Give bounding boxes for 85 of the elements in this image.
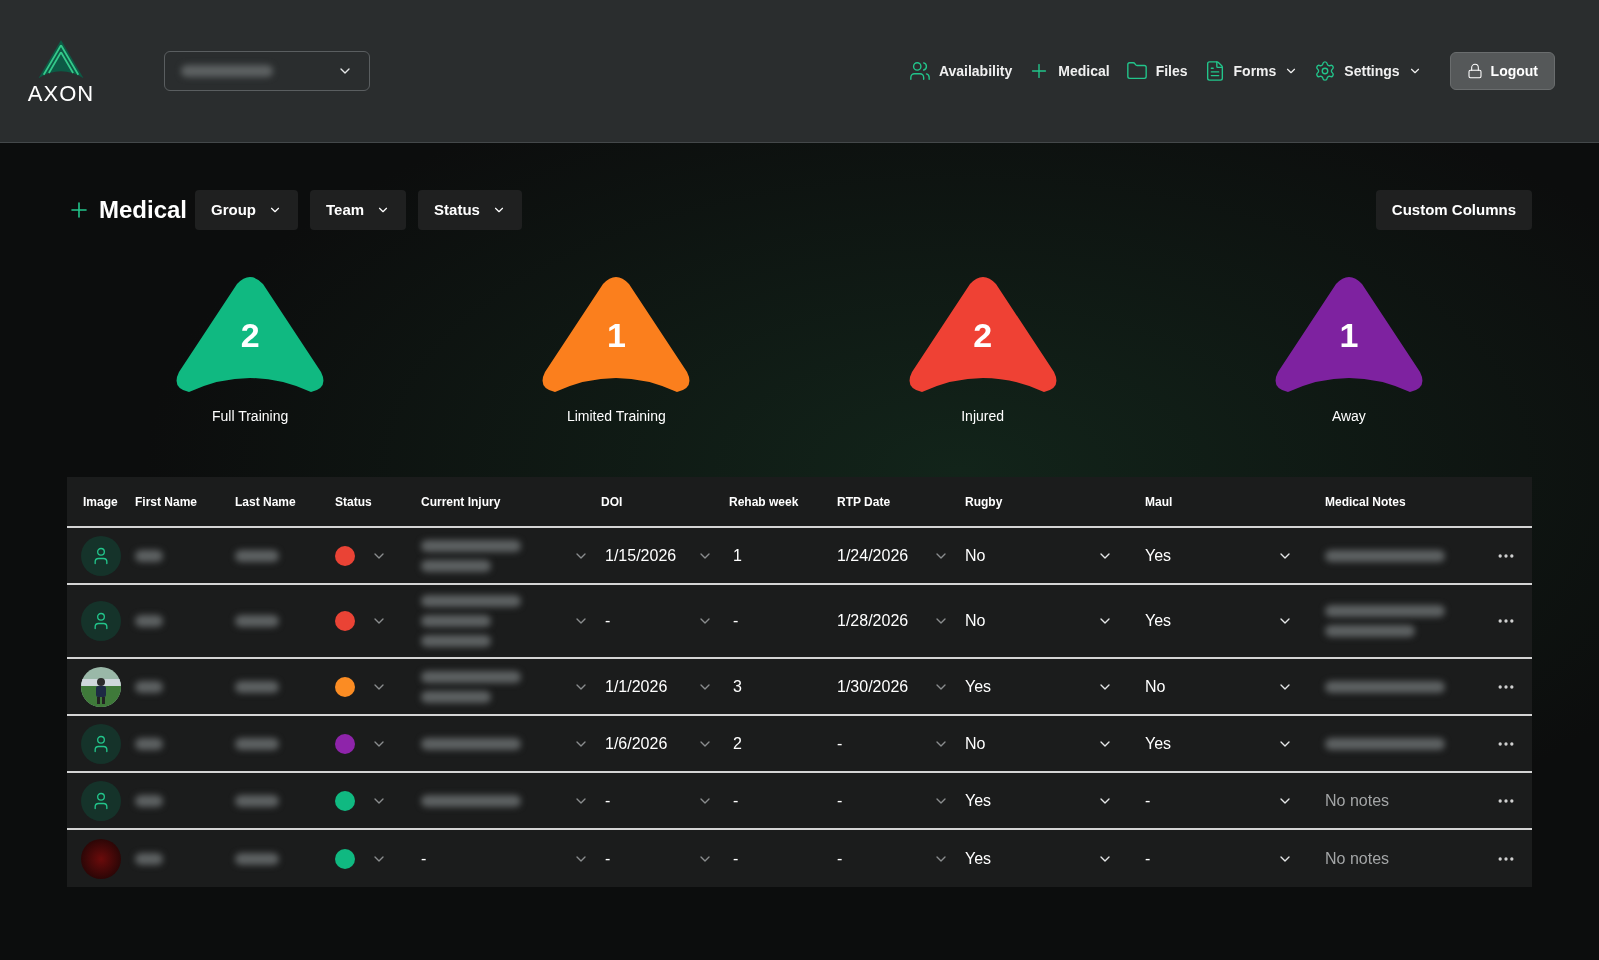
nav-link[interactable]: Medical: [1028, 60, 1110, 82]
column-header: DOI: [601, 493, 624, 511]
rehab-week-value: -: [733, 791, 739, 809]
avatar: [81, 838, 121, 879]
maul-value: -: [1145, 790, 1151, 811]
column-header: RTP Date: [837, 493, 892, 511]
doi-value: 1/1/2026: [605, 676, 668, 697]
filter-dropdown[interactable]: Status: [418, 190, 522, 230]
rugby-value: Yes: [965, 790, 992, 811]
column-header: Last Name: [235, 493, 297, 511]
column-header: Status: [335, 493, 373, 511]
maul-value: Yes: [1145, 611, 1172, 631]
column-header: Rehab week: [729, 493, 800, 511]
status-label: Injured: [961, 407, 1005, 426]
status-label: Away: [1331, 407, 1366, 426]
status-label: Full Training: [212, 407, 289, 426]
rugby-value: No: [965, 733, 986, 754]
nav-link[interactable]: Forms: [1203, 60, 1299, 82]
maul-value: Yes: [1145, 733, 1172, 754]
blurred-text: [421, 615, 491, 627]
column-header: Maul: [1145, 493, 1174, 511]
logout-button[interactable]: Logout: [1449, 52, 1555, 90]
rtp-date-value: 1/28/2026: [837, 611, 909, 631]
blurred-text: [235, 794, 279, 807]
blurred-text: [421, 559, 491, 572]
rehab-week-value: 3: [733, 677, 742, 695]
rehab-week-value: -: [733, 849, 739, 867]
folder-icon: [1125, 60, 1148, 82]
doi-value: -: [605, 611, 611, 631]
rehab-week-value: -: [733, 612, 739, 629]
lock-icon: [1466, 63, 1483, 79]
users-icon: [908, 60, 931, 82]
rtp-date-value: 1/24/2026: [837, 545, 909, 566]
status-count: 1: [605, 318, 627, 352]
column-header: Current Injury: [421, 493, 502, 511]
column-header: First Name: [135, 493, 199, 511]
rtp-date-value: 1/30/2026: [837, 676, 909, 697]
nav-link[interactable]: Availability: [908, 60, 1013, 82]
maul-value: Yes: [1145, 545, 1172, 566]
blurred-text: [235, 680, 279, 693]
maul-value: No: [1145, 676, 1166, 697]
column-header: Image: [82, 493, 119, 511]
filter-dropdown[interactable]: Team: [310, 190, 407, 230]
nav-link[interactable]: Settings: [1314, 60, 1422, 82]
blurred-text: [135, 794, 163, 807]
doi-value: 1/15/2026: [605, 545, 677, 566]
status-label: Limited Training: [566, 407, 666, 426]
blurred-text: [135, 549, 163, 562]
blurred-text: [235, 615, 279, 627]
status-count: 1: [1338, 318, 1360, 352]
blurred-text: [235, 737, 279, 750]
column-header: Rugby: [965, 493, 1004, 511]
maul-value: -: [1145, 848, 1151, 869]
doi-value: -: [605, 848, 611, 869]
blurred-text: [235, 852, 279, 865]
rtp-date-value: -: [837, 848, 843, 869]
filter-dropdown[interactable]: Group: [195, 190, 299, 230]
blurred-text: [235, 549, 279, 562]
nav-link[interactable]: Files: [1125, 60, 1188, 82]
blurred-text: [421, 690, 491, 703]
blurred-text: [135, 737, 163, 750]
rtp-date-value: -: [837, 733, 843, 754]
rehab-week-value: 2: [733, 734, 742, 752]
custom-columns-button[interactable]: Custom Columns: [1375, 190, 1532, 230]
rtp-date-value: -: [837, 790, 843, 811]
rugby-value: No: [965, 611, 986, 631]
rehab-week-value: 1: [733, 546, 742, 564]
status-count: 2: [972, 318, 994, 352]
logo-text: AXON: [27, 83, 95, 105]
page-title: Medical: [99, 195, 188, 225]
blurred-text: [135, 680, 163, 693]
notes-value: No notes: [1325, 848, 1390, 869]
status-count: 2: [239, 318, 261, 352]
settings-icon: [1314, 60, 1337, 82]
notes-value: No notes: [1325, 790, 1390, 811]
rugby-value: Yes: [965, 676, 992, 697]
blurred-text: [135, 852, 163, 865]
rugby-value: Yes: [965, 848, 992, 869]
doi-value: 1/6/2026: [605, 733, 668, 754]
doi-value: -: [605, 790, 611, 811]
rugby-value: No: [965, 545, 986, 566]
blurred-text: [421, 635, 491, 647]
column-header: Medical Notes: [1325, 493, 1407, 511]
blurred-text: [135, 615, 163, 627]
injury-value: -: [421, 848, 427, 869]
